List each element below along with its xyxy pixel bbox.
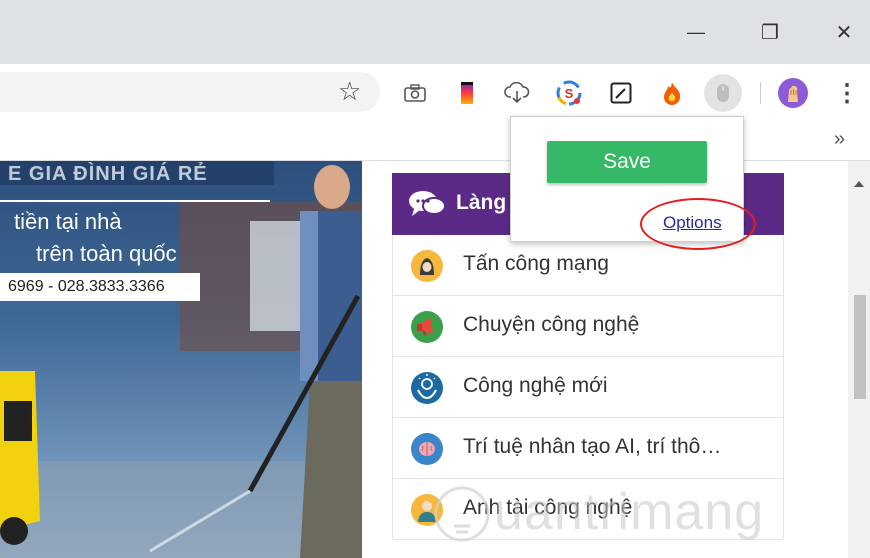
- highlight-circle: [640, 198, 756, 250]
- s-circle-icon[interactable]: S: [556, 80, 582, 106]
- minimize-button[interactable]: —: [674, 14, 718, 50]
- avatar[interactable]: [778, 78, 808, 108]
- minimize-icon: —: [687, 21, 705, 42]
- category-item-tri-tue-nhan-tao[interactable]: Trí tuệ nhân tạo AI, trí thô…: [392, 418, 784, 479]
- restore-button[interactable]: ❐: [748, 14, 792, 50]
- browser-menu-button[interactable]: ⋮: [834, 79, 860, 107]
- lightbulb-hands-icon: [411, 372, 443, 404]
- banner-line-2: trên toàn quốc: [36, 241, 177, 266]
- address-bar[interactable]: ☆: [0, 72, 380, 112]
- scroll-up-arrow-icon[interactable]: [854, 181, 864, 187]
- bookmarks-overflow-icon[interactable]: »: [834, 128, 845, 151]
- megaphone-icon: [411, 311, 443, 343]
- watermark-bulb-icon: [434, 486, 490, 542]
- category-item-cong-nghe-moi[interactable]: Công nghệ mới: [392, 357, 784, 418]
- restore-icon: ❐: [761, 21, 779, 44]
- pen-box-icon[interactable]: [608, 80, 634, 106]
- banner-line-1: tiền tại nhà: [14, 209, 122, 234]
- save-button[interactable]: Save: [547, 141, 707, 183]
- camera-icon[interactable]: [402, 80, 428, 106]
- banner-phone: 6969 - 028.3833.3366: [8, 278, 165, 295]
- toolbar-divider: [760, 82, 761, 104]
- category-header-label: Làng: [456, 191, 507, 214]
- flame-icon[interactable]: [659, 80, 685, 106]
- category-item-label: Trí tuệ nhân tạo AI, trí thô…: [463, 435, 722, 458]
- close-icon: ✕: [835, 21, 853, 44]
- page-scrollbar[interactable]: [848, 161, 870, 558]
- chat-bubbles-icon: [409, 191, 446, 216]
- category-item-label: Công nghệ mới: [463, 374, 608, 397]
- category-item-chuyen-cong-nghe[interactable]: Chuyện công nghệ: [392, 296, 784, 357]
- browser-toolbar: ☆ S ⋮: [0, 64, 870, 120]
- mouse-icon[interactable]: [704, 74, 742, 112]
- kebab-menu-icon: ⋮: [835, 79, 859, 107]
- category-item-label: Tấn công mạng: [463, 252, 609, 275]
- watermark: uantrimang: [432, 478, 772, 558]
- phone-gradient-icon[interactable]: [454, 80, 480, 106]
- hacker-icon: [411, 250, 443, 282]
- window-title-bar: — ❐ ✕: [0, 0, 870, 64]
- close-button[interactable]: ✕: [822, 14, 866, 50]
- bookmark-star-icon[interactable]: ☆: [338, 76, 361, 107]
- watermark-text: uantrimang: [494, 483, 765, 541]
- ad-banner[interactable]: E GIA ĐÌNH GIÁ RẺ tiền tại nhà trên toàn…: [0, 161, 362, 558]
- category-item-label: Chuyện công nghệ: [463, 313, 640, 336]
- scrollbar-thumb[interactable]: [854, 295, 866, 399]
- banner-heading: E GIA ĐÌNH GIÁ RẺ: [8, 163, 208, 185]
- brain-icon: [411, 433, 443, 465]
- cloud-download-icon[interactable]: [504, 80, 530, 106]
- svg-text:S: S: [565, 86, 574, 101]
